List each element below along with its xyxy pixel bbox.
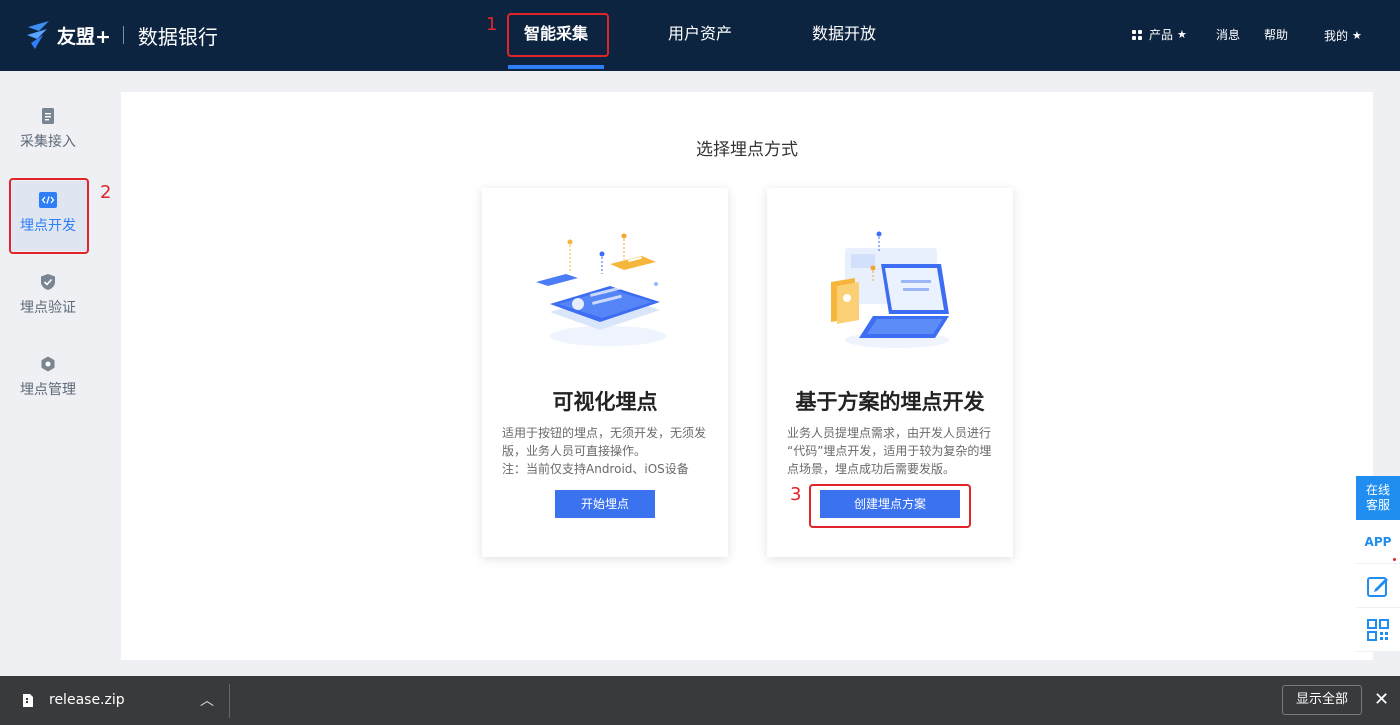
shield-check-icon [41, 274, 55, 290]
card-description: 适用于按钮的埋点，无须开发，无须发 版，业务人员可直接操作。 注：当前仅支持An… [502, 424, 712, 478]
card-title: 基于方案的埋点开发 [795, 390, 985, 414]
side-item-collect-access[interactable]: 采集接入 [0, 107, 96, 179]
nav-tab-label: 用户资产 [667, 24, 732, 43]
plan-tracking-illustration [831, 231, 949, 348]
app-label: APP [1364, 534, 1392, 549]
main-panel: 选择埋点方式 可视化埋点 适用于按钮的埋点，无须开发，无须发 版，业务人员可直接… [121, 92, 1373, 660]
download-file-name: release.zip [49, 692, 125, 708]
side-item-label: 采集接入 [20, 134, 76, 150]
messages-link[interactable]: 消息 [1216, 26, 1240, 43]
nav-tab-user-assets[interactable]: 用户资产 [656, 0, 744, 71]
visual-tracking-illustration [536, 233, 666, 346]
show-all-downloads-button[interactable]: 显示全部 [1282, 685, 1362, 715]
start-tracking-button[interactable]: 开始埋点 [555, 490, 655, 518]
download-bar: release.zip ︿ 显示全部 ✕ [0, 676, 1400, 725]
card-desc-line: 注：当前仅支持Android、iOS设备 [502, 462, 689, 476]
star-icon: ★ [1352, 29, 1362, 42]
annotation-number-1: 1 [486, 14, 498, 35]
nav-tab-label: 数据开放 [811, 24, 876, 43]
annotation-number-2: 2 [100, 182, 112, 203]
brand-logo[interactable]: 友盟+ 数据银行 [25, 18, 218, 52]
highlight-box-3 [809, 484, 971, 528]
close-icon[interactable]: ✕ [1374, 689, 1389, 710]
star-icon: ★ [1177, 28, 1187, 41]
edit-icon [1367, 576, 1388, 597]
card-desc-line: 适用于按钮的埋点，无须开发，无须发 [502, 426, 707, 440]
visual-tracking-card: 可视化埋点 适用于按钮的埋点，无须开发，无须发 版，业务人员可直接操作。 注：当… [482, 188, 728, 557]
mine-menu[interactable]: 我的 ★ [1324, 27, 1362, 44]
app-button[interactable]: APP [1356, 520, 1400, 564]
qrcode-icon [1367, 618, 1389, 641]
card-title: 可视化埋点 [552, 390, 658, 414]
highlight-box-1 [507, 13, 609, 57]
qrcode-button[interactable] [1356, 608, 1400, 652]
card-desc-line: 版，业务人员可直接操作。 [502, 444, 647, 458]
grid-icon [1132, 29, 1142, 40]
card-desc-line: “代码”埋点开发，适用于较为复杂的埋 [787, 444, 992, 458]
online-support-label: 在线 [1365, 483, 1390, 497]
side-item-tracking-verify[interactable]: 埋点验证 [0, 273, 96, 345]
highlight-box-2 [9, 178, 89, 254]
download-divider [229, 684, 230, 718]
online-support-label: 客服 [1365, 498, 1390, 512]
product-name: 数据银行 [137, 24, 218, 49]
help-link[interactable]: 帮助 [1264, 26, 1288, 43]
products-menu[interactable]: 产品 ★ [1132, 26, 1187, 43]
feedback-button[interactable] [1356, 564, 1400, 608]
nav-tab-data-open[interactable]: 数据开放 [800, 0, 888, 71]
mine-label: 我的 [1324, 29, 1349, 43]
top-header: 友盟+ 数据银行 智能采集 用户资产 数据开放 1 产品 ★ 消息 帮助 我的 … [0, 0, 1400, 71]
file-icon [23, 693, 33, 707]
online-support-button[interactable]: 在线 客服 [1356, 476, 1400, 520]
page-title: 选择埋点方式 [696, 140, 798, 160]
side-nav: 采集接入 埋点开发 2 埋点验证 埋点管理 [0, 71, 111, 676]
download-item[interactable]: release.zip [22, 692, 125, 708]
brand-name: 友盟+ [57, 25, 111, 48]
umeng-bird-icon [27, 21, 49, 49]
products-label: 产品 [1149, 28, 1174, 42]
help-label: 帮助 [1264, 28, 1289, 42]
side-item-label: 埋点管理 [20, 382, 76, 398]
card-desc-line: 业务人员提埋点需求，由开发人员进行 [787, 426, 992, 440]
floating-toolbar: 在线 客服 APP [1356, 476, 1400, 652]
side-item-label: 埋点验证 [20, 300, 76, 316]
annotation-number-3: 3 [790, 484, 802, 505]
card-desc-line: 点场景，埋点成功后需要发版。 [787, 462, 956, 476]
card-description: 业务人员提埋点需求，由开发人员进行 “代码”埋点开发，适用于较为复杂的埋 点场景… [787, 424, 997, 478]
brand-divider [122, 26, 124, 44]
notification-dot [1393, 558, 1396, 561]
chevron-up-icon[interactable]: ︿ [200, 690, 214, 710]
side-item-tracking-manage[interactable]: 埋点管理 [0, 355, 96, 427]
messages-label: 消息 [1216, 28, 1241, 42]
document-icon [42, 108, 54, 124]
hexagon-icon [41, 356, 55, 372]
